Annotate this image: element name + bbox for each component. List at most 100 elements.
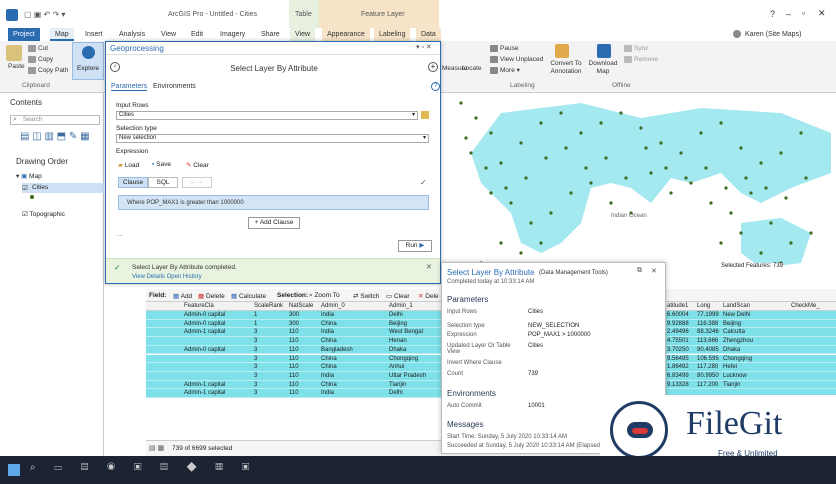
city-point[interactable] bbox=[609, 201, 613, 205]
table-cell[interactable]: 3 bbox=[254, 355, 257, 364]
city-point[interactable] bbox=[704, 166, 708, 170]
tab-map[interactable]: Map bbox=[50, 28, 74, 41]
table-cell[interactable]: 113.666 bbox=[697, 337, 718, 346]
tab-labeling[interactable]: Labeling bbox=[374, 28, 411, 41]
table-cell[interactable]: 3 bbox=[254, 363, 257, 372]
table-cell[interactable]: 116.388 bbox=[697, 320, 718, 329]
close-icon[interactable]: ✕ bbox=[426, 263, 432, 271]
pause-button[interactable]: Pause bbox=[490, 45, 518, 53]
city-point[interactable] bbox=[484, 166, 488, 170]
city-point[interactable] bbox=[639, 126, 643, 130]
table-row[interactable]: Admin-1 capital 3 110 India West Bengal bbox=[146, 328, 441, 338]
table-cell[interactable]: Admin-0 capital bbox=[184, 311, 225, 320]
clause-toggle[interactable]: Clause bbox=[118, 177, 148, 188]
table-cell[interactable]: Henan bbox=[389, 337, 407, 346]
city-point[interactable] bbox=[664, 166, 668, 170]
city-point[interactable] bbox=[564, 146, 568, 150]
table-cell[interactable]: 9.92888 bbox=[667, 320, 689, 329]
table-row[interactable]: 1.86492 117.280 Hefei bbox=[665, 363, 836, 372]
more-button[interactable]: More ▾ bbox=[490, 67, 520, 75]
table-cell[interactable]: 300 bbox=[289, 311, 299, 320]
city-point[interactable] bbox=[779, 151, 783, 155]
city-point[interactable] bbox=[529, 221, 533, 225]
table-cell[interactable]: India bbox=[321, 311, 334, 320]
tab-imagery[interactable]: Imagery bbox=[215, 28, 250, 41]
city-point[interactable] bbox=[549, 211, 553, 215]
switch-button[interactable]: ⇄ Switch bbox=[353, 292, 379, 300]
city-point[interactable] bbox=[659, 141, 663, 145]
table-cell[interactable]: 117.200 bbox=[697, 381, 718, 390]
city-point[interactable] bbox=[769, 221, 773, 225]
clear-selection-button[interactable]: ▭ Clear bbox=[386, 292, 410, 300]
clear-button[interactable]: ✎ Clear bbox=[186, 161, 209, 169]
remove-button[interactable]: Remove bbox=[624, 56, 658, 64]
table-cell[interactable]: 3 bbox=[254, 381, 257, 390]
tab-table-view[interactable]: View bbox=[290, 28, 316, 41]
table-cell[interactable]: Tianjin bbox=[389, 381, 406, 390]
city-point[interactable] bbox=[489, 191, 493, 195]
delete-field-button[interactable]: ▦ Delete bbox=[198, 292, 225, 300]
status-links[interactable]: View Details Open History bbox=[132, 274, 202, 280]
city-point[interactable] bbox=[679, 151, 683, 155]
city-point[interactable] bbox=[759, 161, 763, 165]
download-map-button[interactable]: Download Map bbox=[588, 60, 618, 76]
city-point[interactable] bbox=[459, 101, 463, 105]
selection-type-select[interactable]: New selection ▾ bbox=[116, 134, 429, 143]
table-cell[interactable]: China bbox=[321, 363, 337, 372]
city-point[interactable] bbox=[744, 176, 748, 180]
table-cell[interactable]: Delhi bbox=[389, 389, 403, 398]
start-button[interactable] bbox=[8, 464, 20, 476]
city-point[interactable] bbox=[739, 146, 743, 150]
table-row[interactable]: Admin-0 capital 1 300 China Beijing bbox=[146, 319, 441, 329]
city-point[interactable] bbox=[499, 161, 503, 165]
city-point[interactable] bbox=[519, 251, 523, 255]
load-button[interactable]: ▰ Load bbox=[118, 161, 139, 169]
city-point[interactable] bbox=[539, 121, 543, 125]
input-rows-field[interactable]: Cities ▾ bbox=[116, 111, 418, 120]
table-cell[interactable]: New Delhi bbox=[723, 311, 750, 320]
tab-share[interactable]: Share bbox=[256, 28, 285, 41]
clause-nav-buttons[interactable]: ← → bbox=[182, 177, 212, 188]
table-cell[interactable]: Admin-1 capital bbox=[184, 328, 225, 337]
check-icon[interactable]: ✓ bbox=[420, 178, 427, 187]
city-point[interactable] bbox=[689, 181, 693, 185]
tab-analysis[interactable]: Analysis bbox=[114, 28, 150, 41]
table-cell[interactable]: 1 bbox=[254, 311, 257, 320]
table-row[interactable]: Admin-1 capital 3 110 India Delhi bbox=[146, 389, 441, 398]
city-point[interactable] bbox=[569, 191, 573, 195]
table-row[interactable]: 6.60004 77.1999 New Delhi bbox=[665, 311, 836, 320]
table-cell[interactable]: 110 bbox=[289, 381, 299, 390]
open-external-icon[interactable]: ⧉ bbox=[637, 267, 642, 275]
table-cell[interactable]: India bbox=[321, 372, 334, 381]
table-cell[interactable]: 106.595 bbox=[697, 355, 719, 364]
table-cell[interactable]: China bbox=[321, 320, 337, 329]
city-point[interactable] bbox=[584, 166, 588, 170]
close-button[interactable]: ✕ bbox=[818, 8, 826, 19]
city-point[interactable] bbox=[709, 201, 713, 205]
table-cell[interactable]: 6.83499 bbox=[667, 372, 689, 381]
add-icon[interactable]: + bbox=[428, 62, 438, 72]
convert-to-annotation-button[interactable]: Convert To Annotation bbox=[546, 60, 586, 76]
city-point[interactable] bbox=[509, 201, 513, 205]
map-item[interactable]: ▾ ▣ Map bbox=[16, 172, 42, 180]
table-cell[interactable]: India bbox=[321, 389, 334, 398]
table-cell[interactable]: Lucknow bbox=[723, 372, 747, 381]
tab-parameters[interactable]: Parameters bbox=[111, 83, 148, 91]
tab-environments[interactable]: Environments bbox=[153, 83, 196, 90]
copy-path-button[interactable]: Copy Path bbox=[28, 67, 68, 75]
city-point[interactable] bbox=[489, 131, 493, 135]
tab-project[interactable]: Project bbox=[8, 28, 40, 41]
table-cell[interactable]: Delhi bbox=[389, 311, 403, 320]
sql-toggle[interactable]: SQL bbox=[148, 177, 178, 188]
city-point[interactable] bbox=[669, 191, 673, 195]
city-point[interactable] bbox=[604, 156, 608, 160]
locate-button[interactable]: Locate bbox=[462, 65, 482, 73]
table-row[interactable]: 3 110 China Chongqing bbox=[146, 354, 441, 364]
save-button[interactable]: ▪ Save bbox=[152, 161, 171, 168]
zoom-to-button[interactable]: ⌕ Zoom To bbox=[309, 292, 340, 300]
paste-button[interactable]: Paste bbox=[8, 63, 25, 71]
minimize-button[interactable]: – bbox=[786, 9, 791, 19]
tab-insert[interactable]: Insert bbox=[80, 28, 108, 41]
help-icon[interactable]: ? bbox=[431, 82, 440, 91]
table-cell[interactable]: Admin-1 capital bbox=[184, 381, 225, 390]
